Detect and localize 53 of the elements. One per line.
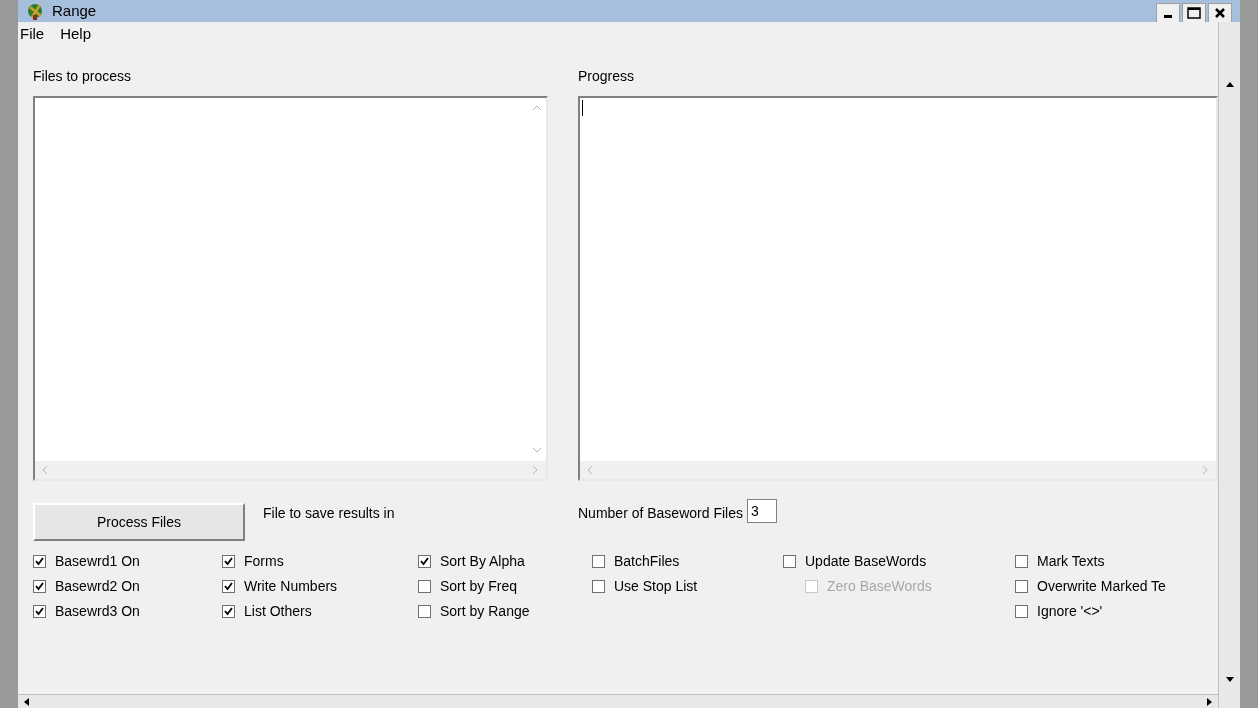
checkbox-label: Sort by Freq <box>440 577 518 596</box>
checkbox[interactable] <box>418 605 431 618</box>
window-vertical-scrollbar[interactable] <box>1218 22 1240 708</box>
maximize-icon <box>1187 7 1201 19</box>
checkbox[interactable] <box>592 555 605 568</box>
checkbox[interactable] <box>33 605 46 618</box>
checkbox[interactable] <box>33 580 46 593</box>
checkbox-label: Sort By Alpha <box>440 552 525 571</box>
checkbox[interactable] <box>222 605 235 618</box>
checkbox-label: Basewrd3 On <box>55 602 140 621</box>
process-files-button[interactable]: Process Files <box>33 503 245 541</box>
checkbox[interactable] <box>783 555 796 568</box>
checkbox-label: Mark Texts <box>1037 552 1105 571</box>
checkbox-label: Write Numbers <box>244 577 338 596</box>
baseword-count-field[interactable]: 3 <box>746 499 777 523</box>
scroll-up-icon[interactable] <box>1224 80 1235 90</box>
checkbox-label: Sort by Range <box>440 602 530 621</box>
close-icon <box>1214 7 1226 19</box>
checkbox-label: Update BaseWords <box>805 552 927 571</box>
checkbox[interactable] <box>418 580 431 593</box>
checkbox-label: BatchFiles <box>614 552 680 571</box>
checkbox[interactable] <box>592 580 605 593</box>
checkbox[interactable] <box>1015 605 1028 618</box>
checkbox-label: Basewrd2 On <box>55 577 140 596</box>
checkbox[interactable] <box>1015 580 1028 593</box>
checkbox[interactable] <box>222 580 235 593</box>
section-label: Progress <box>578 67 636 86</box>
checkbox-label: Overwrite Marked Te <box>1037 577 1166 596</box>
section-label: Files to process <box>33 67 133 86</box>
close-button[interactable] <box>1208 3 1232 23</box>
save-results-label: File to save results in <box>263 504 396 523</box>
checkbox-label: Ignore '<>' <box>1037 602 1103 621</box>
checkbox-label: Forms <box>244 552 284 571</box>
checkbox-label: Zero BaseWords <box>827 577 932 596</box>
minimize-icon <box>1164 15 1172 18</box>
window-horizontal-scrollbar[interactable] <box>18 694 1218 708</box>
scroll-left-icon[interactable] <box>22 696 32 707</box>
checkbox-label: List Others <box>244 602 312 621</box>
checkbox[interactable] <box>418 555 431 568</box>
menu-item[interactable]: File <box>20 22 45 46</box>
text-caret <box>582 100 583 116</box>
checkbox[interactable] <box>1015 555 1028 568</box>
window-title: Range <box>52 0 97 21</box>
scroll-down-icon[interactable] <box>1224 674 1235 684</box>
minimize-button[interactable] <box>1156 3 1180 23</box>
checkbox[interactable] <box>33 555 46 568</box>
maximize-button[interactable] <box>1182 3 1206 23</box>
scroll-right-icon[interactable] <box>1204 696 1214 707</box>
checkbox[interactable] <box>222 555 235 568</box>
field-label: Number of Baseword Files <box>578 504 743 523</box>
checkbox-label: Use Stop List <box>614 577 698 596</box>
checkbox-label: Basewrd1 On <box>55 552 140 571</box>
menu-item[interactable]: Help <box>60 22 92 46</box>
